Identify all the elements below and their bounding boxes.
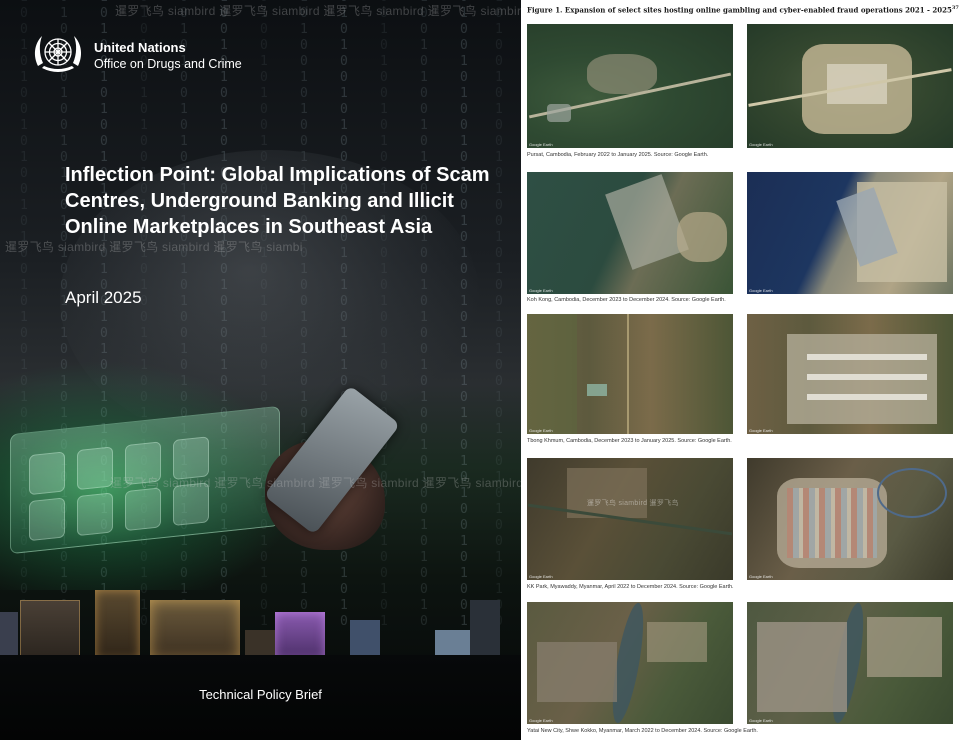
watermark: 暹罗飞鸟 siambird 暹罗飞鸟 [587,500,679,507]
un-emblem-icon [34,36,82,72]
figure-caption: Tbong Khmum, Cambodia, December 2023 to … [527,438,732,444]
watermark: 暹罗飞鸟 siambird 暹罗飞鸟 siambird 暹罗飞鸟 siambi [5,240,303,254]
satellite-image-before: Google Earth [527,314,733,434]
footnote-marker: 37 [951,5,959,11]
organization-name: United Nations Office on Drugs and Crime [94,40,242,72]
figure-caption: Koh Kong, Cambodia, December 2023 to Dec… [527,297,726,303]
satellite-image-before: Google Earth [527,602,733,724]
satellite-image-before: 暹罗飞鸟 siambird 暹罗飞鸟 Google Earth [527,458,733,580]
watermark: 暹罗飞鸟 siambird 暹罗飞鸟 siambird 暹罗飞鸟 siambir… [110,476,521,490]
satellite-image-after: Google Earth [747,458,953,580]
figure-caption: Pursat, Cambodia, February 2022 to Janua… [527,152,709,158]
organization-line-1: United Nations [94,40,186,55]
report-cover: 1 0 0 1 0 1 0 0 1 0 1 0 0 1 0 1 0 0 1 0 … [0,0,521,740]
satellite-image-after: Google Earth [747,24,953,148]
watermark: 暹罗飞鸟 siambird 暹罗飞鸟 siambird 暹罗飞鸟 siambir… [115,4,521,18]
figure-caption: KK Park, Myawaddy, Myanmar, April 2022 t… [527,584,734,590]
binary-code-column: 1 0 1 0 0 1 0 1 0 0 1 0 1 0 0 1 0 1 0 0 … [495,0,503,629]
report-date: April 2025 [65,288,142,307]
report-title: Inflection Point: Global Implications of… [65,164,490,238]
satellite-image-after: Google Earth [747,172,953,294]
satellite-image-before: Google Earth [527,172,733,294]
city-skyline [0,590,521,660]
satellite-image-after: Google Earth [747,602,953,724]
organization-line-2: Office on Drugs and Crime [94,57,242,71]
satellite-image-after: Google Earth [747,314,953,434]
figure-title: Figure 1. Expansion of select sites host… [527,5,959,15]
satellite-image-before: Google Earth [527,24,733,148]
figure-caption: Yatai New City, Shwe Kokko, Myanmar, Mar… [527,728,758,734]
figure-page: Figure 1. Expansion of select sites host… [521,0,960,740]
report-series: Technical Policy Brief [199,687,322,702]
